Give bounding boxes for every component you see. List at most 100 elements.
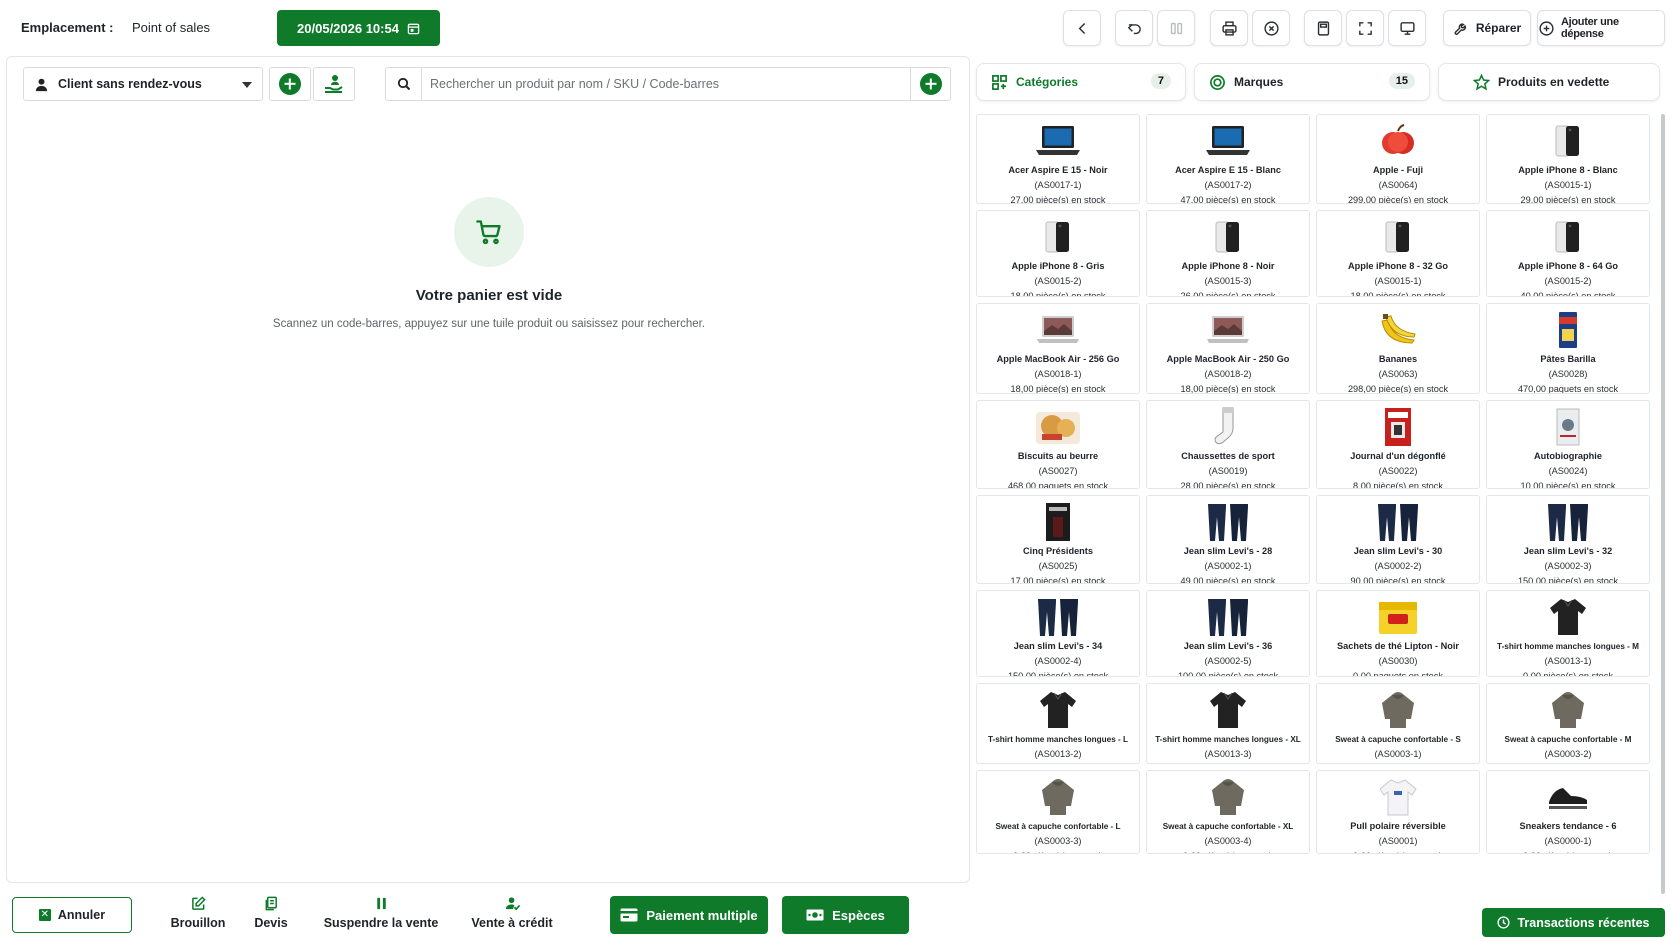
- repair-button[interactable]: Réparer: [1443, 10, 1531, 46]
- tab-featured[interactable]: Produits en vedette: [1438, 63, 1660, 101]
- product-tile[interactable]: Jean slim Levi's - 32 (AS0002-3) 150,00 pi…: [1486, 495, 1650, 584]
- sweater-icon: [1317, 779, 1479, 816]
- product-tile[interactable]: Apple - Fuji (AS0064) 299,00 pièce(s) en s…: [1316, 114, 1480, 204]
- product-sku: (AS0013-1): [1544, 656, 1592, 666]
- customer-display-button[interactable]: [1388, 10, 1426, 46]
- location-value[interactable]: Point of sales: [132, 20, 210, 35]
- product-tile[interactable]: Apple iPhone 8 - Noir (AS0015-3) 26,00 piè…: [1146, 210, 1310, 297]
- tab-categories[interactable]: Catégories 7: [976, 63, 1186, 101]
- banana-icon: [1317, 312, 1479, 348]
- calculator-button[interactable]: [1304, 10, 1342, 46]
- product-tile[interactable]: Acer Aspire E 15 - Noir (AS0017-1) 27,00 p…: [976, 114, 1140, 204]
- chevron-down-icon: [242, 82, 252, 88]
- add-customer-button[interactable]: [269, 67, 311, 101]
- product-tile[interactable]: Pull polaire réversible (AS0001) 0,00 pièc…: [1316, 770, 1480, 854]
- product-tile[interactable]: Jean slim Levi's - 34 (AS0002-4) 150,00 pi…: [976, 590, 1140, 677]
- product-tile[interactable]: Biscuits au beurre (AS0027) 468,00 paquets…: [976, 400, 1140, 489]
- draft-button[interactable]: Brouillon: [166, 896, 230, 930]
- suspend-sale-label: Suspendre la vente: [323, 916, 439, 930]
- product-tile[interactable]: Apple MacBook Air - 256 Go (AS0018-1) 18,0…: [976, 303, 1140, 394]
- product-stock: 18,00 pièce(s) en stock: [1010, 384, 1106, 394]
- dark-book-icon: [977, 503, 1139, 541]
- add-expense-button[interactable]: Ajouter une dépense: [1537, 10, 1665, 46]
- printer-icon: [1221, 20, 1237, 36]
- tab-brands[interactable]: Marques 15: [1194, 63, 1430, 101]
- product-name: Pull polaire réversible: [1350, 821, 1446, 831]
- split-view-button[interactable]: [1157, 10, 1195, 46]
- product-tile[interactable]: Sachets de thé Lipton - Noir (AS0030) 0,00…: [1316, 590, 1480, 677]
- recent-transactions-label: Transactions récentes: [1517, 915, 1650, 930]
- repair-label: Réparer: [1475, 21, 1522, 35]
- pasta-box-icon: [1487, 312, 1649, 348]
- datetime-text: 20/05/2026 10:54: [297, 20, 399, 36]
- cart-panel: Client sans rendez-vous Votre panier est…: [6, 56, 970, 883]
- datetime-button[interactable]: 20/05/2026 10:54: [277, 10, 440, 46]
- recent-transactions-button[interactable]: Transactions récentes: [1482, 908, 1665, 937]
- cash-icon: [806, 909, 824, 921]
- cash-payment-button[interactable]: Espèces: [782, 896, 909, 934]
- monitor-icon: [1399, 21, 1415, 35]
- customer-service-button[interactable]: [313, 67, 355, 101]
- product-tile[interactable]: Acer Aspire E 15 - Blanc (AS0017-2) 47,00 …: [1146, 114, 1310, 204]
- fullscreen-button[interactable]: [1346, 10, 1384, 46]
- customer-select[interactable]: Client sans rendez-vous: [23, 67, 263, 101]
- location-label: Emplacement :: [21, 20, 114, 35]
- product-tile[interactable]: Jean slim Levi's - 28 (AS0002-1) 49,00 piè…: [1146, 495, 1310, 584]
- jeans-icon: [1317, 504, 1479, 541]
- plus-circle-icon: [1539, 20, 1554, 36]
- product-tile[interactable]: Journal d'un dégonflé (AS0022) 8,00 pièce(…: [1316, 400, 1480, 489]
- product-tile[interactable]: Sneakers tendance - 6 (AS0000-1) 0,00 pièc…: [1486, 770, 1650, 854]
- product-name: Apple MacBook Air - 256 Go: [996, 354, 1120, 364]
- undo-button[interactable]: [1115, 10, 1153, 46]
- product-name: Chaussettes de sport: [1181, 451, 1275, 461]
- product-tile[interactable]: Sweat à capuche confortable - S (AS0003-1…: [1316, 683, 1480, 764]
- quote-button[interactable]: Devis: [250, 896, 292, 930]
- product-tile[interactable]: T-shirt homme manches longues - M (AS0013…: [1486, 590, 1650, 677]
- product-tile[interactable]: Sweat à capuche confortable - L (AS0003-3…: [976, 770, 1140, 854]
- pause-icon: [376, 897, 386, 910]
- back-button[interactable]: [1063, 10, 1101, 46]
- customer-select-value: Client sans rendez-vous: [58, 77, 202, 91]
- product-tile[interactable]: Sweat à capuche confortable - XL (AS0003-…: [1146, 770, 1310, 854]
- product-tile[interactable]: Cinq Présidents (AS0025) 17,00 pièce(s) en…: [976, 495, 1140, 584]
- product-sku: (AS0001): [1378, 836, 1418, 846]
- cancel-button[interactable]: ✕ Annuler: [12, 897, 132, 933]
- product-tile[interactable]: Jean slim Levi's - 36 (AS0002-5) 100,00 pi…: [1146, 590, 1310, 677]
- product-tile[interactable]: T-shirt homme manches longues - XL (AS001…: [1146, 683, 1310, 764]
- product-tile[interactable]: Apple iPhone 8 - Blanc (AS0015-1) 29,00 pi…: [1486, 114, 1650, 204]
- credit-sale-button[interactable]: Vente à crédit: [467, 896, 557, 930]
- product-tile[interactable]: Pâtes Barilla (AS0028) 470,00 paquets en s…: [1486, 303, 1650, 394]
- product-sku: (AS0025): [1038, 561, 1078, 571]
- product-tile[interactable]: T-shirt homme manches longues - L (AS0013…: [976, 683, 1140, 764]
- suspend-sale-button[interactable]: Suspendre la vente: [321, 896, 441, 930]
- product-tile[interactable]: Apple MacBook Air - 250 Go (AS0018-2) 18,0…: [1146, 303, 1310, 394]
- product-tile[interactable]: Jean slim Levi's - 30 (AS0002-2) 90,00 piè…: [1316, 495, 1480, 584]
- product-tile[interactable]: Bananes (AS0063) 298,00 pièce(s) en stock: [1316, 303, 1480, 394]
- close-circle-icon: [1263, 20, 1279, 36]
- product-tile[interactable]: Autobiographie (AS0024) 10,00 pièce(s) en …: [1486, 400, 1650, 489]
- tab-brands-count: 15: [1388, 73, 1415, 89]
- close-register-button[interactable]: [1252, 10, 1290, 46]
- product-sku: (AS0015-1): [1374, 276, 1422, 286]
- print-button[interactable]: [1210, 10, 1248, 46]
- multiple-payment-button[interactable]: Paiement multiple: [610, 896, 768, 934]
- add-expense-label: Ajouter une dépense: [1560, 16, 1619, 40]
- laptop-icon: [1147, 123, 1309, 159]
- product-sku: (AS0013-3): [1204, 749, 1252, 759]
- search-input[interactable]: [422, 69, 910, 99]
- product-tile[interactable]: Apple iPhone 8 - Gris (AS0015-2) 18,00 piè…: [976, 210, 1140, 297]
- product-tile[interactable]: Apple iPhone 8 - 64 Go (AS0015-2) 40,00 pi…: [1486, 210, 1650, 297]
- macbook-icon: [1147, 312, 1309, 348]
- product-tile[interactable]: Apple iPhone 8 - 32 Go (AS0015-1) 18,00 pi…: [1316, 210, 1480, 297]
- product-sku: (AS0015-3): [1204, 276, 1252, 286]
- product-name: T-shirt homme manches longues - L: [987, 735, 1129, 744]
- product-stock: 27,00 pièce(s) en stock: [1010, 195, 1106, 204]
- edit-icon: [191, 896, 206, 910]
- product-grid-scrollbar[interactable]: [1661, 114, 1665, 894]
- product-grid: Acer Aspire E 15 - Noir (AS0017-1) 27,00 p…: [976, 114, 1655, 854]
- product-stock: 26,00 pièce(s) en stock: [1180, 291, 1276, 297]
- add-product-button[interactable]: [910, 68, 950, 100]
- wrench-icon: [1454, 22, 1466, 35]
- product-tile[interactable]: Chaussettes de sport (AS0019) 28,00 pièce(…: [1146, 400, 1310, 489]
- product-tile[interactable]: Sweat à capuche confortable - M (AS0003-2…: [1486, 683, 1650, 764]
